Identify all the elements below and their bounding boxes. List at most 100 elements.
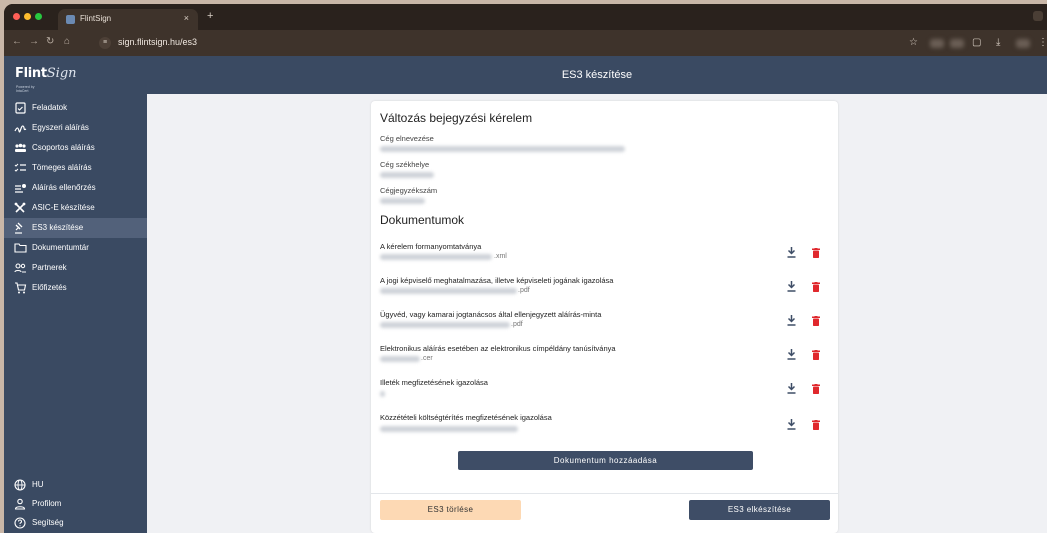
sidebar-item-elofizetes[interactable]: Előfizetés: [4, 278, 147, 298]
folder-icon: [14, 242, 27, 254]
download-icon[interactable]: [787, 315, 796, 326]
add-document-button[interactable]: Dokumentum hozzáadása: [458, 451, 753, 470]
logo-script: Sign: [46, 66, 77, 81]
app: FlintSign Powered by IntaCert Feladatok …: [4, 56, 1047, 533]
tab-title: FlintSign: [80, 14, 112, 23]
tab-close-icon[interactable]: ×: [184, 13, 189, 23]
document-extension: .xml: [494, 253, 507, 260]
sidebar-item-label: Feladatok: [32, 103, 68, 112]
extension-icon[interactable]: [930, 39, 944, 48]
company-reg-value: [380, 198, 425, 204]
logo-text: Flint: [15, 66, 47, 81]
new-tab-button[interactable]: +: [207, 11, 213, 22]
document-title: A jogi képviselő meghatalmazása, illetve…: [380, 276, 614, 285]
sidebar-item-es3-keszitese[interactable]: ES3 készítése: [4, 218, 147, 238]
document-extension: .pdf: [518, 287, 530, 294]
globe-icon: [14, 479, 26, 491]
company-seat-value: [380, 172, 434, 178]
sidebar-item-label: Aláírás ellenőrzés: [32, 183, 96, 192]
delete-icon[interactable]: [812, 420, 820, 430]
document-title: Ügyvéd, vagy kamarai jogtanácsos által e…: [380, 310, 602, 319]
browser-menu-icon[interactable]: ⋮: [1038, 37, 1047, 49]
help-icon: [14, 517, 26, 529]
forward-icon[interactable]: →: [29, 36, 39, 48]
reload-icon[interactable]: ↻: [46, 36, 54, 48]
delete-es3-button[interactable]: ES3 törlése: [380, 500, 521, 520]
profile-avatar[interactable]: [1016, 39, 1030, 48]
download-icon[interactable]: ⤓: [996, 37, 1000, 49]
flintsign-favicon-icon: [66, 15, 75, 24]
user-icon: [14, 498, 26, 510]
extension-icon[interactable]: [950, 39, 964, 48]
back-icon[interactable]: ←: [12, 36, 22, 48]
page-title: ES3 készítése: [561, 69, 633, 81]
sidebar-item-feladatok[interactable]: Feladatok: [4, 98, 147, 118]
sidebar-item-segitseg[interactable]: Segítség: [4, 513, 147, 533]
document-filename: [380, 288, 517, 294]
download-icon[interactable]: [787, 247, 796, 258]
site-settings-icon[interactable]: ≡: [99, 37, 111, 49]
language-selector[interactable]: HU: [4, 475, 147, 495]
company-name-label: Cég elnevezése: [380, 134, 434, 143]
group-icon: [14, 142, 26, 154]
sidebar-item-label: Tömeges aláírás: [32, 163, 92, 172]
tab-search-icon[interactable]: [1033, 11, 1043, 21]
sidebar-item-dokumentumtar[interactable]: Dokumentumtár: [4, 238, 147, 258]
minimize-window-button[interactable]: [24, 13, 31, 20]
sidebar: FlintSign Powered by IntaCert Feladatok …: [4, 56, 147, 533]
sidebar-item-label: Profilom: [32, 499, 62, 508]
address-bar[interactable]: sign.flintsign.hu/es3: [118, 37, 197, 47]
document-filename: [380, 356, 420, 362]
delete-icon[interactable]: [812, 248, 820, 258]
partners-icon: [14, 262, 26, 274]
tools-icon: [14, 202, 26, 214]
documents-title: Dokumentumok: [380, 213, 465, 227]
download-icon[interactable]: [787, 281, 796, 292]
sidebar-item-label: Partnerek: [32, 263, 67, 272]
delete-icon[interactable]: [812, 282, 820, 292]
sidebar-item-egyszeri-alairas[interactable]: Egyszeri aláírás: [4, 118, 147, 138]
delete-icon[interactable]: [812, 350, 820, 360]
close-window-button[interactable]: [13, 13, 20, 20]
document-filename: [380, 254, 492, 260]
signature-icon: [14, 122, 27, 134]
sidebar-item-csoportos-alairas[interactable]: Csoportos aláírás: [4, 138, 147, 158]
sidebar-item-asic-e-keszitese[interactable]: ASIC-E készítése: [4, 198, 147, 218]
company-seat-label: Cég székhelye: [380, 160, 430, 169]
sidebar-item-label: ES3 készítése: [32, 223, 84, 232]
create-es3-button[interactable]: ES3 elkészítése: [689, 500, 830, 520]
flintsign-logo[interactable]: FlintSign Powered by IntaCert: [15, 64, 77, 94]
bookmark-star-icon[interactable]: ☆: [909, 37, 918, 49]
form-title: Változás bejegyzési kérelem: [380, 111, 533, 125]
sidebar-item-tomeges-alairas[interactable]: Tömeges aláírás: [4, 158, 147, 178]
es3-form-card: Változás bejegyzési kérelem Cég elnevezé…: [371, 101, 838, 533]
verify-icon: [14, 182, 26, 194]
document-filename: [380, 426, 518, 432]
sidebar-item-label: Csoportos aláírás: [32, 143, 95, 152]
page-header: ES3 készítése: [147, 56, 1047, 94]
download-icon[interactable]: [787, 383, 796, 394]
download-icon[interactable]: [787, 349, 796, 360]
sidebar-item-profilom[interactable]: Profilom: [4, 494, 147, 514]
language-label: HU: [32, 480, 44, 489]
delete-icon[interactable]: [812, 384, 820, 394]
download-icon[interactable]: [787, 419, 796, 430]
bulk-list-icon: [14, 162, 26, 174]
delete-icon[interactable]: [812, 316, 820, 326]
document-filename: [380, 391, 385, 397]
document-extension: .cer: [421, 355, 433, 362]
document-title: A kérelem formanyomtatványa: [380, 242, 482, 251]
browser-tab[interactable]: FlintSign ×: [58, 9, 198, 30]
sidebar-item-label: Dokumentumtár: [32, 243, 89, 252]
document-extension: .pdf: [511, 321, 523, 328]
maximize-window-button[interactable]: [35, 13, 42, 20]
document-title: Illeték megfizetésének igazolása: [380, 378, 488, 387]
browser-window: FlintSign × + ← → ↻ ⌂ ≡ sign.flintsign.h…: [4, 4, 1047, 533]
sidebar-item-alairas-ellenorzes[interactable]: Aláírás ellenőrzés: [4, 178, 147, 198]
document-filename: [380, 322, 510, 328]
extensions-puzzle-icon[interactable]: ▢: [972, 37, 981, 49]
home-icon[interactable]: ⌂: [64, 36, 70, 48]
sidebar-item-partnerek[interactable]: Partnerek: [4, 258, 147, 278]
sidebar-item-label: ASIC-E készítése: [32, 203, 95, 212]
company-name-value: [380, 146, 625, 152]
